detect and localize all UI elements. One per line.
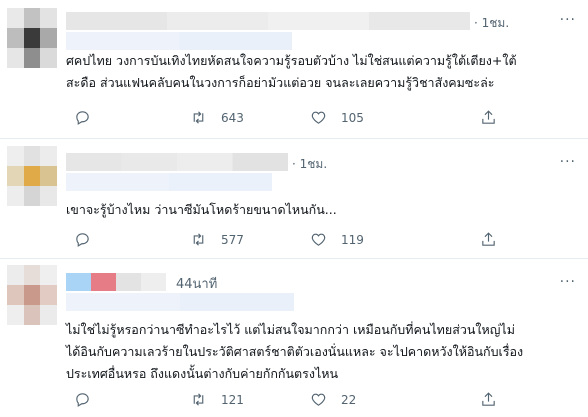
like-button[interactable]: 105 xyxy=(310,109,364,126)
username-blurred[interactable] xyxy=(66,293,294,311)
tweet-timestamp[interactable]: · 1ชม. xyxy=(292,155,327,174)
tweet[interactable]: 44นาที ··· ไม่ใช่ไม่รู้หรอกว่านาซีทำอะไร… xyxy=(0,258,588,417)
like-count: 119 xyxy=(341,232,364,247)
username-blurred[interactable] xyxy=(66,173,272,191)
more-options-icon[interactable]: ··· xyxy=(560,275,576,289)
retweet-button[interactable]: 643 xyxy=(190,109,244,126)
more-options-icon[interactable]: ··· xyxy=(560,155,576,169)
username-blurred[interactable] xyxy=(66,32,292,50)
retweet-icon xyxy=(193,111,204,124)
reply-icon xyxy=(76,111,89,125)
retweet-count: 643 xyxy=(221,110,244,125)
share-button[interactable] xyxy=(480,231,497,248)
heart-icon xyxy=(311,111,326,124)
tweet-text-line: ได้อินกับความเลวร้ายในประวัติศาสตร์ชาติต… xyxy=(66,344,524,359)
tweet-text: เขาจะรู้บ้างไหม ว่านาซีมันโหดร้ายขนาดไหน… xyxy=(66,199,580,221)
share-button[interactable] xyxy=(480,391,497,408)
tweet[interactable]: · 1ชม. ··· ศคปไทย วงการบันเทิงไทยหัดสนใจ… xyxy=(0,0,588,138)
tweet-text-line: ไม่ใช่ไม่รู้หรอกว่านาซีทำอะไรไว้ แต่ไม่ส… xyxy=(66,322,515,337)
retweet-count: 577 xyxy=(221,232,244,247)
heart-icon xyxy=(311,233,326,246)
tweet[interactable]: · 1ชม. ··· เขาจะรู้บ้างไหม ว่านาซีมันโหด… xyxy=(0,138,588,258)
tweet-timestamp[interactable]: · 1ชม. xyxy=(474,14,509,33)
tweet-text-line: เขาจะรู้บ้างไหม ว่านาซีมันโหดร้ายขนาดไหน… xyxy=(66,202,337,217)
tweet-text-line: ประเทศอื่นหรอ ถึงแดงนั้นต่างกับค่ายกักกั… xyxy=(66,366,339,381)
tweet-text: ไม่ใช่ไม่รู้หรอกว่านาซีทำอะไรไว้ แต่ไม่ส… xyxy=(66,319,580,385)
share-icon xyxy=(482,110,495,124)
tweet-timestamp[interactable]: 44นาที xyxy=(176,273,217,294)
like-button[interactable]: 22 xyxy=(310,391,356,408)
retweet-button[interactable]: 577 xyxy=(190,231,244,248)
retweet-icon xyxy=(193,233,204,246)
display-name-blurred[interactable] xyxy=(66,153,288,171)
display-name-blurred[interactable] xyxy=(66,273,166,291)
tweet-text-line: สะดือ ส่วนแฟนคลับคนในวงการก็อย่ามัวแต่อว… xyxy=(66,75,495,90)
reply-icon xyxy=(76,393,89,407)
reply-button[interactable] xyxy=(74,231,91,248)
reply-button[interactable] xyxy=(74,391,91,408)
like-count: 22 xyxy=(341,392,357,407)
share-icon xyxy=(482,392,495,406)
tweet-actions: 643 105 xyxy=(66,109,506,129)
tweet-actions: 577 119 xyxy=(66,231,506,251)
tweet-text: ศคปไทย วงการบันเทิงไทยหัดสนใจความรู้รอบต… xyxy=(66,50,580,94)
tweet-text-line: ศคปไทย วงการบันเทิงไทยหัดสนใจความรู้รอบต… xyxy=(66,53,517,68)
retweet-button[interactable]: 121 xyxy=(190,391,244,408)
avatar[interactable] xyxy=(7,146,57,206)
share-button[interactable] xyxy=(480,109,497,126)
tweet-actions: 121 22 xyxy=(66,391,506,411)
avatar[interactable] xyxy=(7,8,57,68)
avatar[interactable] xyxy=(7,265,57,325)
tweet-feed: · 1ชม. ··· ศคปไทย วงการบันเทิงไทยหัดสนใจ… xyxy=(0,0,588,417)
more-options-icon[interactable]: ··· xyxy=(560,13,576,27)
like-count: 105 xyxy=(341,110,364,125)
retweet-count: 121 xyxy=(221,392,244,407)
reply-icon xyxy=(76,233,89,247)
reply-button[interactable] xyxy=(74,109,91,126)
heart-icon xyxy=(311,393,326,406)
share-icon xyxy=(482,232,495,246)
display-name-blurred[interactable] xyxy=(66,12,470,30)
retweet-icon xyxy=(193,393,204,406)
like-button[interactable]: 119 xyxy=(310,231,364,248)
